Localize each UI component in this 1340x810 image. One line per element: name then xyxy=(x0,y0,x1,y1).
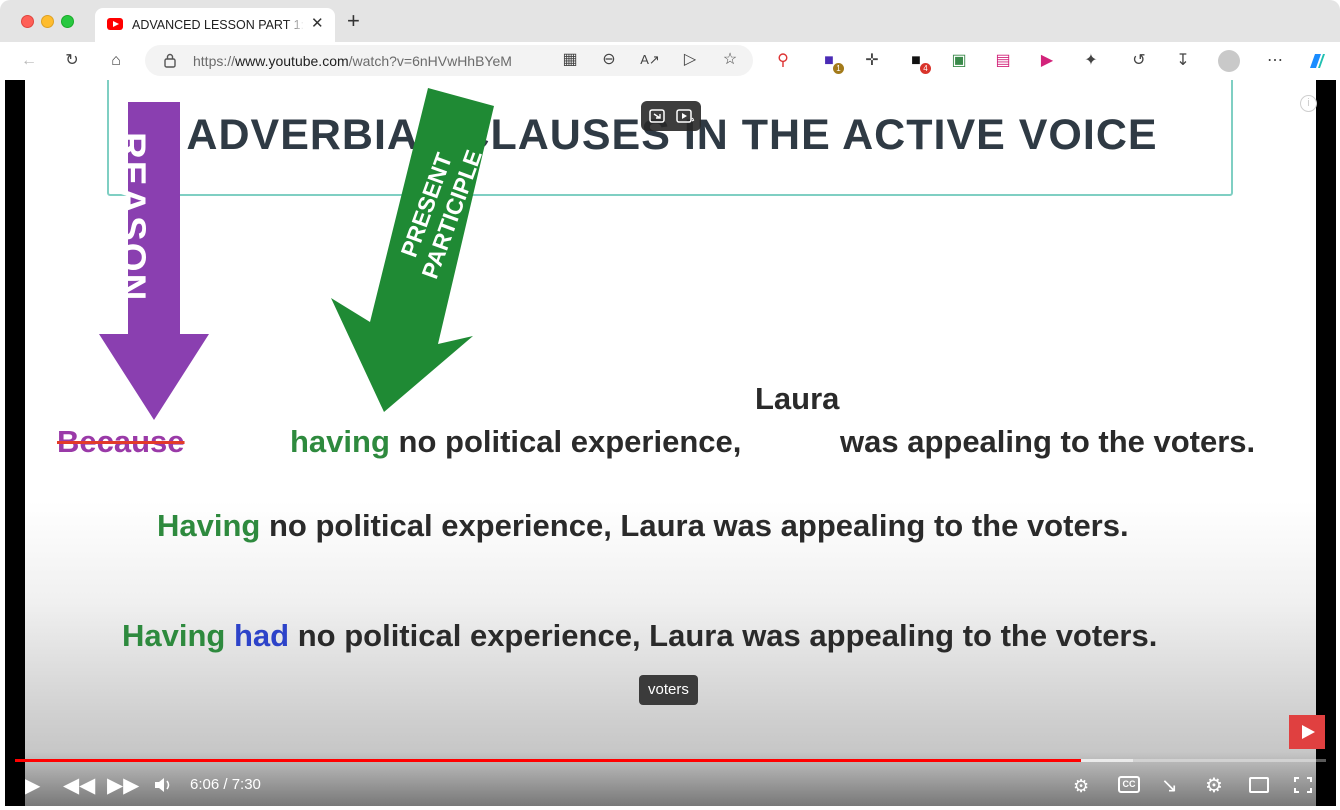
search-extension-icon[interactable]: ⚲ xyxy=(772,51,794,71)
tab-active[interactable]: ADVANCED LESSON PART 1: HOW TO USE PARTI… xyxy=(95,8,335,42)
read-aloud-icon[interactable]: A↗ xyxy=(639,50,661,70)
autoplay-settings-icon[interactable]: ⚙ xyxy=(1073,774,1089,798)
apps-grid-icon[interactable]: ▦ xyxy=(559,50,581,70)
minimize-window-button[interactable] xyxy=(41,15,54,28)
favorite-star-icon[interactable]: ☆ xyxy=(719,50,741,70)
previous-button[interactable]: ◀◀ xyxy=(63,774,95,798)
sentence-line-1-text: no political experience, xyxy=(389,424,742,459)
video-enhance-icon[interactable]: ▷ xyxy=(679,50,701,70)
youtube-play-badge-icon[interactable] xyxy=(1289,715,1325,749)
extension-dark-icon[interactable]: ■ 4 xyxy=(905,51,931,74)
volume-icon[interactable] xyxy=(153,775,175,795)
tab-close-button[interactable]: ✕ xyxy=(311,16,324,32)
video-overlay-buttons xyxy=(641,101,701,131)
lock-icon xyxy=(164,53,176,68)
close-window-button[interactable] xyxy=(21,15,34,28)
participle-having: having xyxy=(290,424,390,459)
struck-because: Because xyxy=(57,424,185,459)
tab-title: ADVANCED LESSON PART 1: HOW TO USE PARTI… xyxy=(132,18,304,32)
play-extension-icon[interactable]: ▶ xyxy=(1036,51,1058,71)
miniplayer-collapse-icon[interactable]: ↘ xyxy=(1161,774,1178,798)
play-button[interactable]: ▶ xyxy=(25,774,40,798)
history-icon[interactable]: ↺ xyxy=(1128,51,1150,71)
subject-laura: Laura xyxy=(755,381,840,416)
captions-button[interactable]: CC xyxy=(1118,776,1140,793)
extension-puzzle-purple-icon[interactable]: ■ 1 xyxy=(818,51,844,74)
youtube-favicon-icon xyxy=(107,18,123,30)
caption-text: voters xyxy=(639,675,698,705)
profile-avatar[interactable] xyxy=(1218,50,1240,72)
participle-had: had xyxy=(233,618,290,653)
new-tab-button[interactable]: + xyxy=(347,10,360,32)
participle-having-3: Having xyxy=(122,618,226,653)
home-icon[interactable]: ⌂ xyxy=(105,51,127,71)
video-enhance-icon[interactable] xyxy=(675,107,695,125)
sentence-line-1-end: was appealing to the voters. xyxy=(840,424,1256,459)
sentence-line-1: having no political experience, xyxy=(290,424,741,460)
extension-badge-red: 4 xyxy=(920,63,931,74)
browser-toolbar: ← ↻ ⌂ https://www.youtube.com/watch?v=6n… xyxy=(0,42,1340,80)
sentence-line-2-text: no political experience, Laura was appea… xyxy=(260,508,1129,543)
copilot-icon[interactable] xyxy=(1306,50,1328,72)
player-controls: ▶ ◀◀ ▶▶ 6:06 / 7:30 ⚙ CC ↘ ⚙ xyxy=(5,752,1336,806)
back-arrow-icon[interactable]: ← xyxy=(18,51,40,71)
extensions-puzzle-icon[interactable]: ✦ xyxy=(1080,51,1102,71)
progress-bar[interactable] xyxy=(15,759,1326,762)
sentence-line-3: Having had no political experience, Laur… xyxy=(122,618,1157,654)
settings-gear-icon[interactable]: ⚙ xyxy=(1205,774,1223,798)
extension-pink-icon[interactable]: ▤ xyxy=(992,51,1014,71)
slide-title-box: ADVERBIAL CLAUSES IN THE ACTIVE VOICE xyxy=(107,80,1233,196)
sentence-line-3-text: no political experience, Laura was appea… xyxy=(289,618,1158,653)
zoom-out-icon[interactable]: ⊖ xyxy=(598,50,620,70)
info-icon[interactable]: i xyxy=(1300,95,1317,112)
sentence-line-2: Having no political experience, Laura wa… xyxy=(157,508,1129,544)
extension-badge: 1 xyxy=(833,63,844,74)
reload-icon[interactable]: ↻ xyxy=(61,51,83,71)
extension-pattern-icon[interactable]: ✛ xyxy=(861,51,883,71)
address-bar[interactable]: https://www.youtube.com/watch?v=6nHVwHhB… xyxy=(145,45,753,76)
reason-arrow-label: REASON xyxy=(112,132,153,303)
tab-bar: ADVANCED LESSON PART 1: HOW TO USE PARTI… xyxy=(0,0,1340,42)
pop-out-icon[interactable] xyxy=(648,107,666,125)
time-display: 6:06 / 7:30 xyxy=(190,776,261,793)
url-text[interactable]: https://www.youtube.com/watch?v=6nHVwHhB… xyxy=(193,53,512,69)
fullscreen-icon[interactable] xyxy=(1293,776,1313,794)
video-player[interactable]: ADVERBIAL CLAUSES IN THE ACTIVE VOICE RE… xyxy=(5,80,1336,806)
theater-mode-icon[interactable] xyxy=(1249,777,1269,793)
download-icon[interactable]: ↧ xyxy=(1172,51,1194,71)
zoom-window-button[interactable] xyxy=(61,15,74,28)
played-bar xyxy=(15,759,1081,762)
participle-having-2: Having xyxy=(157,508,261,543)
browser-window: ADVANCED LESSON PART 1: HOW TO USE PARTI… xyxy=(0,0,1340,810)
more-menu-icon[interactable]: ⋯ xyxy=(1264,51,1286,71)
next-button[interactable]: ▶▶ xyxy=(107,774,139,798)
download-extension-icon[interactable]: ▣ xyxy=(948,51,970,71)
